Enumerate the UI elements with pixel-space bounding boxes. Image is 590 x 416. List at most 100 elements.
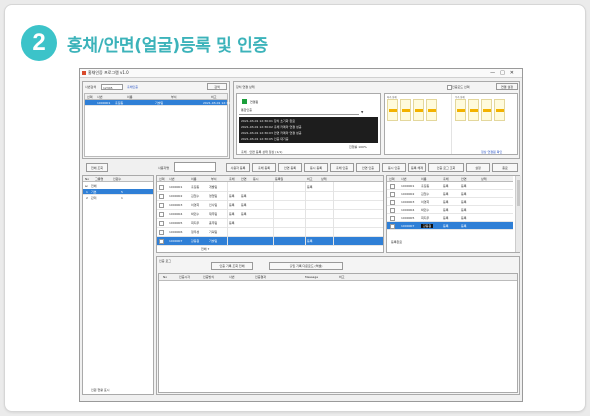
group-count: 5 xyxy=(121,190,123,194)
table-row[interactable]: 1000004 박민수 재무팀 등록 등록 xyxy=(157,210,383,219)
settings-button[interactable]: 설정 xyxy=(466,163,490,172)
cell-name: 이영희 xyxy=(191,203,200,207)
table-row[interactable]: 1000005 최지우 총무팀 등록 xyxy=(157,219,383,228)
cell-name: 최지우 xyxy=(191,221,200,225)
col-header: 사번 xyxy=(169,177,175,181)
row-checkbox[interactable] xyxy=(159,221,164,226)
row-checkbox[interactable] xyxy=(390,216,395,221)
maximize-icon[interactable]: □ xyxy=(500,70,510,76)
table-row[interactable]: 1000005 최지우 등록 등록 xyxy=(387,214,513,222)
row-checkbox[interactable] xyxy=(159,185,164,190)
group-item[interactable]: 2 관리 1 xyxy=(83,195,153,201)
group-tree-panel: No 그룹명 인원수 ⊟ 전체 1 기본 5 2 관리 1 인원 현황 표시 xyxy=(82,175,154,395)
row-checkbox[interactable] xyxy=(159,194,164,199)
group-count: 1 xyxy=(121,196,123,200)
search-panel: 사번검색 12345 홍채인증 검색 선택 사번 이름 부서 비고 100000… xyxy=(82,81,230,159)
username-input[interactable] xyxy=(174,162,216,172)
search-mode[interactable]: 홍채인증 xyxy=(127,85,138,89)
group-name: 전체 xyxy=(91,184,97,188)
log-view-all-button[interactable]: 인증 기록 조회 전체 xyxy=(211,262,253,270)
minimize-icon[interactable]: — xyxy=(490,70,500,76)
cell-id: 1000001 xyxy=(97,101,111,105)
exit-button[interactable]: 종료 xyxy=(492,163,518,172)
view-all-button[interactable]: 전체 조회 xyxy=(86,163,108,172)
col-header: 인증방식 xyxy=(203,275,215,279)
auth-log-label: 인증 로그 xyxy=(159,259,171,263)
cell-iris: 등록 xyxy=(229,203,235,207)
vertical-scrollbar[interactable] xyxy=(515,176,521,252)
device-title: 장치 연결 상태 xyxy=(236,85,255,89)
cell-name: 홍길동 xyxy=(191,185,200,189)
table-row[interactable]: 1000004 박민수 등록 등록 xyxy=(387,206,513,214)
camera-slot xyxy=(400,99,411,121)
cell-face: 등록 xyxy=(461,200,467,204)
username-label: 사용자명 xyxy=(158,166,170,170)
auth-iris-button[interactable]: 홍채 인증 xyxy=(330,163,354,172)
window-title: 홍채인증 프로그램 v1.0 xyxy=(88,70,129,75)
cell-id: 1000001 xyxy=(401,184,415,188)
chevron-down-icon[interactable]: ▼ xyxy=(361,110,363,114)
table-row[interactable]: 1000003 이영희 등록 등록 xyxy=(387,198,513,206)
table-row[interactable]: 1000001 홍길동 개발팀 등록 xyxy=(157,183,383,192)
row-checkbox[interactable] xyxy=(390,192,395,197)
cell-face: 등록 xyxy=(241,194,247,198)
cell-id: 1000005 xyxy=(169,221,183,225)
log-download-button[interactable]: 출입 기록 다운로드 (엑셀) xyxy=(269,262,343,270)
auth-log-panel: 인증 로그 인증 기록 조회 전체 출입 기록 다운로드 (엑셀) No 인증시… xyxy=(156,256,520,395)
table-row[interactable]: 1000007 강동원 등록 등록 xyxy=(387,222,513,230)
cell-iris: 등록 xyxy=(443,184,449,188)
row-checkbox[interactable] xyxy=(390,200,395,205)
register-user-button[interactable]: 사용자 등록 xyxy=(226,163,250,172)
cell-name: 최지우 xyxy=(421,216,430,220)
cell-iris: 등록 xyxy=(443,224,449,228)
table-row[interactable]: 1000006 정우성 기획팀 xyxy=(157,228,383,237)
log-line: 2021-03-01 12:30:03 안면 카메라 연결 성공 xyxy=(241,131,302,135)
group-no: 1 xyxy=(86,190,88,194)
table-row[interactable]: 1000001 홍길동 등록 등록 xyxy=(387,182,513,190)
row-checkbox[interactable] xyxy=(159,212,164,217)
device-footer-text: 홍채 · 안면 등록 상태 정상 (1/1) xyxy=(241,150,283,154)
close-icon[interactable]: ✕ xyxy=(510,70,519,76)
col-header: 사번 xyxy=(97,95,103,99)
connect-settings-button[interactable]: 연결 설정 xyxy=(496,83,518,90)
cell-iris: 등록 xyxy=(229,212,235,216)
tree-expander-icon[interactable]: ⊟ xyxy=(85,184,88,188)
register-both-button[interactable]: 동시 등록 xyxy=(304,163,328,172)
row-checkbox[interactable] xyxy=(390,208,395,213)
auth-both-button[interactable]: 동시 인증 xyxy=(382,163,406,172)
unregister-button[interactable]: 등록 해제 xyxy=(408,163,426,172)
table-row[interactable]: 1000002 김철수 등록 등록 xyxy=(387,190,513,198)
cell-id: 1000005 xyxy=(401,216,415,220)
row-checkbox[interactable] xyxy=(159,230,164,235)
register-iris-button[interactable]: 홍채 등록 xyxy=(252,163,276,172)
scrollbar-thumb[interactable] xyxy=(517,180,520,206)
user-table: 선택 사번 이름 부서 홍채 안면 동시 등록일 비고 상태 1000001 홍길… xyxy=(156,175,384,253)
register-face-button[interactable]: 안면 등록 xyxy=(278,163,302,172)
table-row[interactable]: 1000002 김철수 영업팀 등록 등록 xyxy=(157,192,383,201)
col-header: 상태 xyxy=(321,177,327,181)
employee-row-selected[interactable]: 1000001 홍길동 기술팀 2021-03-01 12:30 xyxy=(85,100,230,106)
device-dropdown-label[interactable]: 통합인증 xyxy=(241,108,252,112)
row-checkbox[interactable] xyxy=(159,203,164,208)
cell-name: 홍길동 xyxy=(421,184,430,188)
col-divider xyxy=(273,182,274,246)
table-row[interactable]: 1000003 이영희 인사팀 등록 등록 xyxy=(157,201,383,210)
group-no: 2 xyxy=(86,196,88,200)
log-line: 2021-03-01 12:30:02 홍채 카메라 연결 성공 xyxy=(241,125,302,129)
registered-table: 선택 사번 이름 홍채 안면 상태 1000001 홍길동 등록 등록 1000002 김… xyxy=(386,175,521,253)
cell-id: 1000002 xyxy=(169,194,183,198)
col-header: 선택 xyxy=(159,177,165,181)
row-checkbox[interactable] xyxy=(390,224,395,229)
search-input[interactable]: 12345 xyxy=(101,84,123,90)
auth-log-button[interactable]: 인증 로그 조회 xyxy=(428,163,464,172)
search-button[interactable]: 검색 xyxy=(207,83,227,90)
col-header: 안면 xyxy=(461,177,467,181)
table-row[interactable]: 1000007 강동원 기술팀 등록 xyxy=(157,237,383,246)
row-checkbox[interactable] xyxy=(390,184,395,189)
group-tree-header: No 그룹명 인원수 xyxy=(83,176,153,182)
auth-face-button[interactable]: 안면 인증 xyxy=(356,163,380,172)
col-header: 이름 xyxy=(421,177,427,181)
cell-dept: 기술팀 xyxy=(155,101,164,105)
row-checkbox[interactable] xyxy=(159,239,164,244)
cell-iris: 등록 xyxy=(443,192,449,196)
